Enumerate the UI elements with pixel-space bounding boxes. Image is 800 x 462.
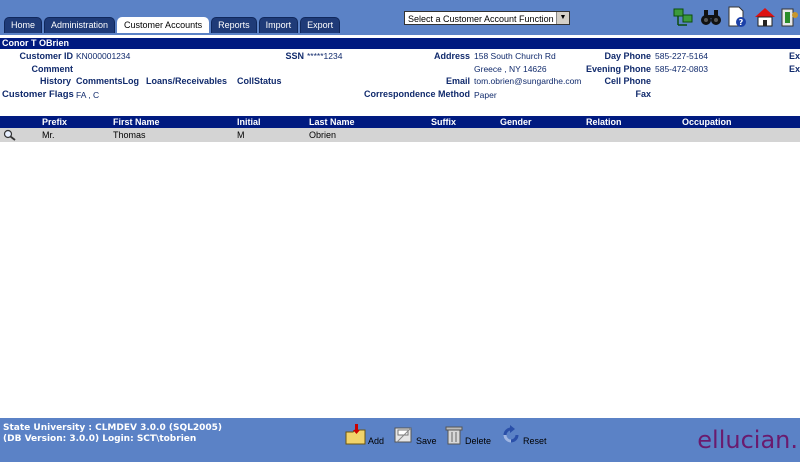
ssn-label: SSN <box>285 51 304 61</box>
day-phone-label: Day Phone <box>604 51 651 61</box>
column-header-first-name: First Name <box>113 117 160 127</box>
reset-button[interactable]: Reset <box>500 424 547 446</box>
environment-line-2: (DB Version: 3.0.0) Login: SCT\tobrien <box>3 434 197 444</box>
save-button[interactable]: Save <box>393 424 437 446</box>
customer-id-value: KN000001234 <box>76 51 131 61</box>
column-header-suffix: Suffix <box>431 117 457 127</box>
cell-phone-label: Cell Phone <box>604 76 651 86</box>
ellucian-logo: ellucian. <box>697 426 798 454</box>
ssn-value: *****1234 <box>307 51 343 61</box>
extension-label-1: Ex <box>789 51 800 61</box>
table-row[interactable]: Mr. Thomas M Obrien <box>0 128 800 142</box>
cell-last-name: Obrien <box>309 130 337 140</box>
tab-export[interactable]: Export <box>300 17 341 33</box>
cell-first-name: Thomas <box>113 130 146 140</box>
relations-table-header: Prefix First Name Initial Last Name Suff… <box>0 116 800 128</box>
column-header-last-name: Last Name <box>309 117 355 127</box>
network-icon[interactable] <box>672 5 694 29</box>
chevron-down-icon[interactable]: ▼ <box>556 12 569 24</box>
reset-icon <box>503 425 519 443</box>
email-value: tom.obrien@sungardhe.com <box>474 76 582 86</box>
function-select-value: Select a Customer Account Function <box>408 14 554 24</box>
save-button-label: Save <box>416 436 437 446</box>
column-header-occupation: Occupation <box>682 117 732 127</box>
address-label: Address <box>433 51 470 61</box>
customer-account-function-select[interactable]: Select a Customer Account Function ▼ <box>404 11 570 25</box>
main-tabs: Home Administration Customer Accounts Re… <box>4 17 341 33</box>
delete-button-label: Delete <box>465 436 492 446</box>
save-icon <box>394 427 412 443</box>
history-link[interactable]: History <box>40 76 71 86</box>
column-header-initial: Initial <box>237 117 261 127</box>
add-button[interactable]: Add <box>345 424 384 446</box>
loans-receivables-link[interactable]: Loans/Receivables <box>146 76 227 86</box>
cell-initial: M <box>237 130 245 140</box>
delete-button[interactable]: Delete <box>444 424 491 446</box>
comment-label: Comment <box>31 64 73 74</box>
trash-icon <box>445 426 463 445</box>
magnifier-icon[interactable] <box>3 129 17 145</box>
tab-administration[interactable]: Administration <box>44 17 116 33</box>
fax-label: Fax <box>635 89 651 99</box>
column-header-gender: Gender <box>500 117 532 127</box>
home-icon[interactable] <box>754 5 776 29</box>
binoculars-icon[interactable] <box>700 5 722 29</box>
environment-info: State University : CLMDEV 3.0.0 (SQL2005… <box>3 423 222 445</box>
tab-customer-accounts[interactable]: Customer Accounts <box>117 17 210 33</box>
column-header-relation: Relation <box>586 117 622 127</box>
address-line-2: Greece , NY 14626 <box>474 64 547 74</box>
comments-log-link[interactable]: CommentsLog <box>76 76 139 86</box>
add-folder-icon <box>345 424 366 445</box>
tab-home[interactable]: Home <box>4 17 43 33</box>
add-button-label: Add <box>368 436 385 446</box>
email-label: Email <box>445 76 470 86</box>
environment-line-1: State University : CLMDEV 3.0.0 (SQL2005… <box>3 423 222 433</box>
svg-text:?: ? <box>739 18 744 27</box>
tab-import[interactable]: Import <box>258 17 299 33</box>
column-header-prefix: Prefix <box>42 117 68 127</box>
extension-label-2: Ex <box>789 64 800 74</box>
evening-phone-label: Evening Phone <box>585 64 651 74</box>
status-footer: State University : CLMDEV 3.0.0 (SQL2005… <box>0 418 800 462</box>
customer-id-label: Customer ID <box>19 51 73 61</box>
evening-phone-value: 585-472-0803 <box>655 64 708 74</box>
tab-reports[interactable]: Reports <box>211 17 257 33</box>
coll-status-link[interactable]: CollStatus <box>237 76 282 86</box>
correspondence-method-label: Correspondence Method <box>363 89 470 99</box>
help-document-icon[interactable]: ? <box>726 5 748 29</box>
reset-button-label: Reset <box>523 436 547 446</box>
day-phone-value: 585-227-5164 <box>655 51 708 61</box>
customer-flags-label: Customer Flags <box>2 89 74 100</box>
correspondence-method-value: Paper <box>474 90 497 100</box>
customer-flags-value: FA , C <box>76 90 100 100</box>
customer-name-header: Conor T OBrien <box>0 38 800 49</box>
cell-prefix: Mr. <box>42 130 55 140</box>
top-navigation-bar: Home Administration Customer Accounts Re… <box>0 0 800 35</box>
address-line-1: 158 South Church Rd <box>474 51 556 61</box>
exit-icon[interactable] <box>778 5 800 29</box>
